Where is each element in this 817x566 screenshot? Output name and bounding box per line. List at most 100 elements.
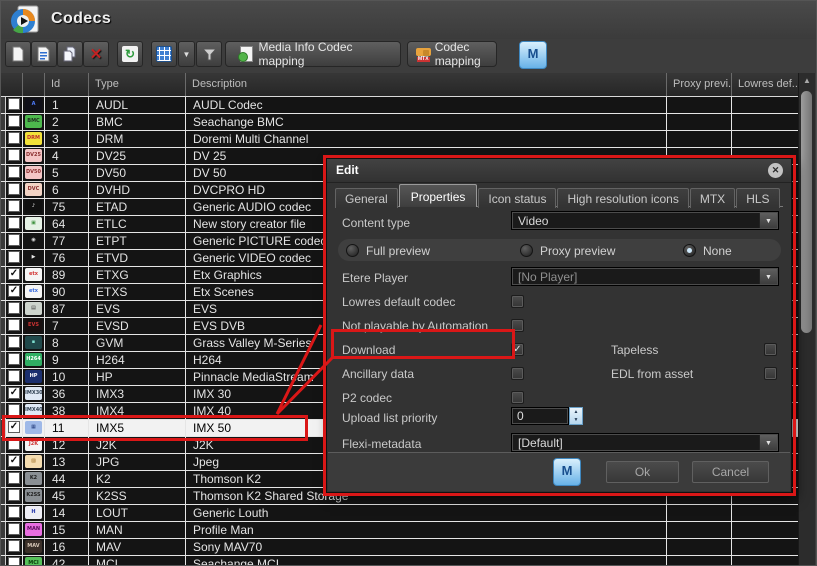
scroll-up-arrow-icon[interactable]: ▲ (799, 73, 815, 89)
tab-general[interactable]: General (335, 188, 398, 208)
tab-high-resolution-icons[interactable]: High resolution icons (557, 188, 688, 208)
blue-m-icon-button[interactable]: M (553, 458, 581, 486)
columns-icon (156, 46, 172, 62)
codec-icon: ▦ (25, 421, 42, 434)
tab-hls[interactable]: HLS (736, 188, 779, 208)
cell-type: ETLC (89, 216, 186, 232)
row-checkbox[interactable] (8, 98, 20, 110)
row-checkbox[interactable] (8, 183, 20, 195)
row-checkbox[interactable] (8, 319, 20, 331)
row-checkbox[interactable] (8, 540, 20, 552)
row-checkbox[interactable] (8, 251, 20, 263)
row-checkbox[interactable] (8, 404, 20, 416)
refresh-button[interactable]: ↻ (117, 41, 143, 67)
header-type[interactable]: Type (89, 73, 186, 96)
row-checkbox[interactable]: ✓ (8, 387, 20, 399)
row-checkbox[interactable] (8, 132, 20, 144)
radio-proxy-preview[interactable]: Proxy preview (520, 242, 615, 257)
new-button[interactable] (5, 41, 31, 67)
chevron-down-icon[interactable]: ▼ (759, 269, 777, 284)
table-row[interactable]: H14LOUTGeneric Louth (1, 505, 798, 522)
cell-type: HP (89, 369, 186, 385)
row-checkbox[interactable] (8, 166, 20, 178)
ok-button[interactable]: Ok (606, 461, 679, 483)
not-playable-by-automation-checkbox[interactable] (511, 319, 524, 332)
row-checkbox[interactable] (8, 557, 20, 565)
tab-icon-status[interactable]: Icon status (478, 188, 556, 208)
cell-id: 90 (45, 284, 89, 300)
row-checkbox[interactable] (8, 336, 20, 348)
header-id[interactable]: Id (45, 73, 89, 96)
row-checkbox[interactable] (8, 489, 20, 501)
flexi-metadata-dropdown[interactable]: [Default] ▼ (511, 433, 779, 452)
row-icon-cell: H264 (23, 352, 45, 368)
tab-mtx[interactable]: MTX (690, 188, 735, 208)
blue-m-icon-button[interactable]: M (519, 41, 547, 69)
scrollbar-thumb[interactable] (801, 91, 812, 333)
radio-none[interactable]: None (683, 242, 732, 257)
row-checkbox[interactable] (8, 234, 20, 246)
cancel-button[interactable]: Cancel (692, 461, 769, 483)
row-checkbox[interactable] (8, 200, 20, 212)
media-info-mapping-button[interactable]: Media Info Codec mapping (225, 41, 401, 67)
download-checkbox[interactable]: ✓ (511, 343, 524, 356)
cell-description: Sony MAV70 (186, 539, 667, 555)
row-checkbox[interactable] (8, 302, 20, 314)
columns-button[interactable] (151, 41, 177, 67)
row-checkbox[interactable] (8, 115, 20, 127)
columns-dropdown-button[interactable]: ▼ (178, 41, 195, 67)
filter-button[interactable] (196, 41, 222, 67)
table-row[interactable]: MAV16MAVSony MAV70 (1, 539, 798, 556)
p2-codec-checkbox[interactable] (511, 391, 524, 404)
row-checkbox[interactable] (8, 523, 20, 535)
cell-id: 11 (45, 420, 89, 436)
row-checkbox-cell (6, 97, 23, 113)
cell-id: 77 (45, 233, 89, 249)
tab-properties[interactable]: Properties (399, 184, 478, 207)
delete-button[interactable]: ✕ (83, 41, 109, 67)
etere-player-dropdown[interactable]: [No Player] ▼ (511, 267, 779, 286)
row-checkbox[interactable] (8, 506, 20, 518)
codec-icon: HP (25, 370, 42, 383)
header-checkbox-column[interactable] (6, 73, 23, 96)
row-checkbox[interactable]: ✓ (8, 285, 20, 297)
vertical-scrollbar[interactable]: ▲ (798, 73, 815, 565)
row-checkbox[interactable] (8, 149, 20, 161)
row-checkbox[interactable] (8, 370, 20, 382)
close-icon[interactable]: ✕ (768, 163, 783, 178)
header-description[interactable]: Description (186, 73, 667, 96)
chevron-down-icon[interactable]: ▼ (759, 213, 777, 228)
codec-icon: ♪ (25, 200, 42, 213)
edit-button[interactable] (31, 41, 57, 67)
header-lowres-default[interactable]: Lowres def... (732, 73, 798, 96)
row-checkbox[interactable] (8, 438, 20, 450)
table-row[interactable]: MCI42MCISeachange MCI (1, 556, 798, 565)
radio-full-preview[interactable]: Full preview (346, 242, 430, 257)
table-row[interactable]: MAN15MANProfile Man (1, 522, 798, 539)
table-row[interactable]: A1AUDLAUDL Codec (1, 97, 798, 114)
cell-type: ETAD (89, 199, 186, 215)
row-checkbox[interactable] (8, 217, 20, 229)
ancillary-data-checkbox[interactable] (511, 367, 524, 380)
upload-priority-stepper[interactable]: ▲▼ (569, 407, 583, 425)
row-checkbox[interactable]: ✓ (8, 268, 20, 280)
lowres-default-codec-checkbox[interactable] (511, 295, 524, 308)
upload-priority-input[interactable] (511, 407, 569, 425)
flexi-metadata-value: [Default] (518, 436, 563, 450)
chevron-down-icon[interactable]: ▼ (759, 435, 777, 450)
header-proxy-preview[interactable]: Proxy previ... (667, 73, 732, 96)
row-checkbox[interactable] (8, 353, 20, 365)
content-type-dropdown[interactable]: Video ▼ (511, 211, 779, 230)
codec-mapping-button[interactable]: MTX Codec mapping (407, 41, 497, 67)
row-icon-cell: MAV (23, 539, 45, 555)
row-checkbox[interactable]: ✓ (8, 455, 20, 467)
table-row[interactable]: BMC2BMCSeachange BMC (1, 114, 798, 131)
tapeless-label: Tapeless (611, 343, 658, 357)
tapeless-checkbox[interactable] (764, 343, 777, 356)
edl-from-asset-checkbox[interactable] (764, 367, 777, 380)
table-row[interactable]: DRM3DRMDoremi Multi Channel (1, 131, 798, 148)
header-icon-column[interactable] (23, 73, 45, 96)
row-checkbox[interactable]: ✓ (8, 421, 20, 433)
row-checkbox[interactable] (8, 472, 20, 484)
copy-button[interactable] (57, 41, 83, 67)
